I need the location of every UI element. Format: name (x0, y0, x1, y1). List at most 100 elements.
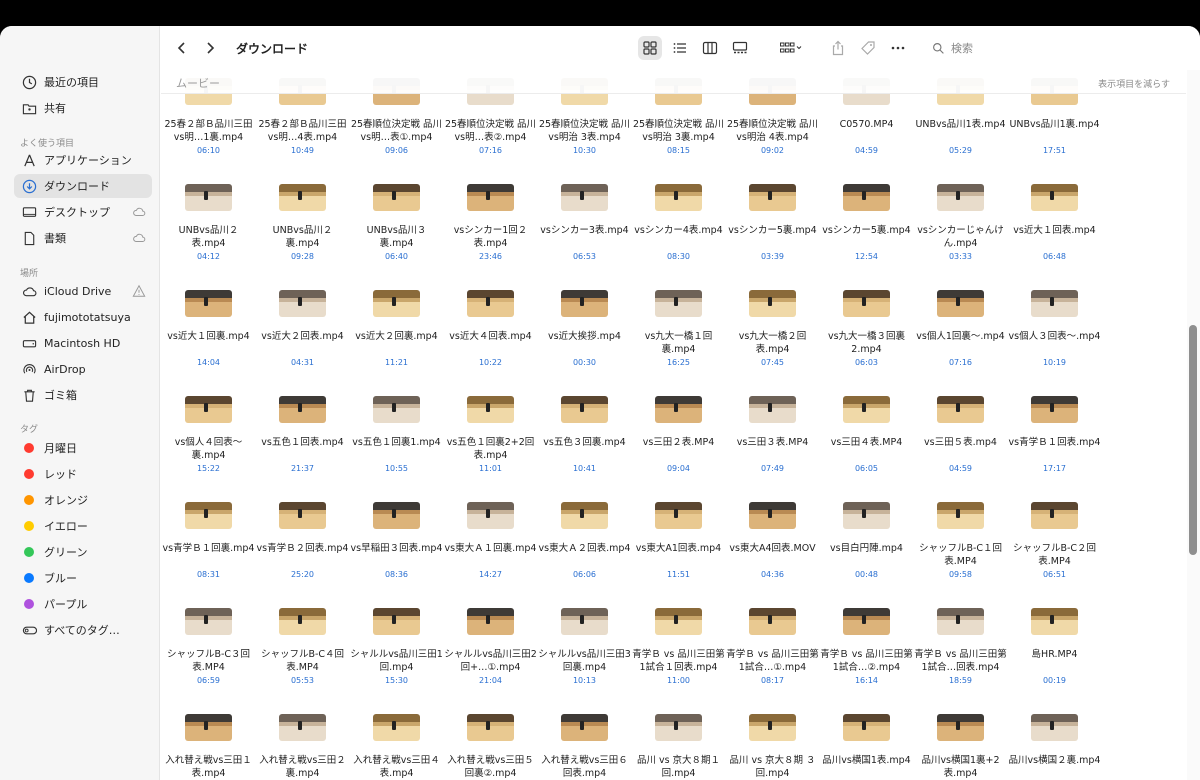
file-item[interactable]: vsシンカー5裏.mp4 03:39 (726, 112, 819, 261)
file-item[interactable]: vsシンカー4表.mp4 08:30 (632, 112, 725, 261)
file-item[interactable]: 青学Ｂ vs 品川三田第1試合…②.mp4 16:14 (820, 536, 913, 685)
file-item[interactable]: vs近大４回表.mp4 10:22 (444, 218, 537, 367)
scrollbar-knob[interactable] (1189, 325, 1197, 555)
file-item[interactable]: vsシンカーじゃんけん.mp4 03:33 (914, 112, 1007, 261)
sidebar-item-downloads[interactable]: ダウンロード (14, 174, 152, 198)
file-item[interactable]: vs九大一橋３回裏2.mp4 06:03 (820, 218, 913, 367)
file-item[interactable]: vsシンカー3表.mp4 06:53 (538, 112, 631, 261)
sidebar-item-all-tags[interactable]: すべてのタグ… (14, 618, 152, 642)
column-view-button[interactable] (698, 36, 722, 60)
sidebar-item-desktop[interactable]: デスクトップ (14, 200, 152, 224)
sidebar-item-icloud-drive[interactable]: iCloud Drive (14, 279, 152, 303)
sidebar-item-tag[interactable]: 月曜日 (14, 436, 152, 460)
file-item[interactable]: 青学Ｂ vs 品川三田第1試合…回表.mp4 18:59 (914, 536, 1007, 685)
file-item[interactable]: vs五色１回表.mp4 21:37 (256, 324, 349, 473)
search-field[interactable]: 検索 (932, 36, 1052, 60)
file-item[interactable]: シャルルvs品川三田1回.mp4 15:30 (350, 536, 443, 685)
scrollbar[interactable] (1187, 70, 1200, 780)
sidebar-item-recents[interactable]: 最近の項目 (14, 70, 152, 94)
video-thumbnail (749, 608, 796, 635)
file-item[interactable]: vs個人４回表〜裏.mp4 15:22 (162, 324, 255, 473)
file-item[interactable]: vs五色１回裏1.mp4 10:55 (350, 324, 443, 473)
file-item[interactable]: 品川vs横国1裏+2表.mp4 (914, 642, 1007, 779)
file-item[interactable]: vs個人1回裏〜.mp4 07:16 (914, 218, 1007, 367)
file-item[interactable]: 品川 vs 京大８期 ３回.mp4 (726, 642, 819, 779)
sidebar-item-documents[interactable]: 書類 (14, 226, 152, 250)
file-item[interactable]: vs個人３回表〜.mp4 10:19 (1008, 218, 1101, 367)
share-button[interactable] (826, 36, 850, 60)
file-item[interactable]: vs近大挨拶.mp4 00:30 (538, 218, 631, 367)
sidebar-item-trash[interactable]: ゴミ箱 (14, 383, 152, 407)
file-item[interactable]: vs青学Ｂ２回表.mp4 25:20 (256, 430, 349, 579)
file-item[interactable]: vs三田４表.MP4 06:05 (820, 324, 913, 473)
file-item[interactable]: 入れ替え戦vs三田２裏.mp4 (256, 642, 349, 779)
file-item[interactable]: vs三田２表.MP4 09:04 (632, 324, 725, 473)
file-item[interactable]: シャルルvs品川三田3回裏.mp4 10:13 (538, 536, 631, 685)
file-item[interactable]: 入れ替え戦vs三田４表.mp4 (350, 642, 443, 779)
file-item[interactable]: vs五色１回裏2+2回表.mp4 11:01 (444, 324, 537, 473)
file-item[interactable]: vs目白円陣.mp4 00:48 (820, 430, 913, 579)
file-item[interactable]: vs東大Ａ２回表.mp4 06:06 (538, 430, 631, 579)
file-item[interactable]: 島HR.MP4 00:19 (1008, 536, 1101, 685)
video-thumbnail (373, 714, 420, 741)
sidebar-item-shared[interactable]: 共有 (14, 96, 152, 120)
sidebar-item-home[interactable]: fujimototatsuya (14, 305, 152, 329)
file-item[interactable]: 品川vs横国２裏.mp4 (1008, 642, 1101, 766)
file-item[interactable]: vs東大A1回表.mp4 11:51 (632, 430, 725, 579)
group-button[interactable] (774, 36, 808, 60)
file-item[interactable]: vs九大一橋１回裏.mp4 16:25 (632, 218, 725, 367)
sidebar-item-tag[interactable]: イエロー (14, 514, 152, 538)
sidebar-item-tag[interactable]: グリーン (14, 540, 152, 564)
sidebar-item-airdrop[interactable]: AirDrop (14, 357, 152, 381)
sidebar-item-tag[interactable]: オレンジ (14, 488, 152, 512)
more-button[interactable] (886, 36, 910, 60)
file-item[interactable]: vs青学Ｂ１回表.mp4 17:17 (1008, 324, 1101, 473)
file-item[interactable]: vs三田５表.mp4 04:59 (914, 324, 1007, 473)
gallery-view-button[interactable] (728, 36, 752, 60)
tag-color-dot (24, 495, 34, 505)
file-item[interactable]: vs青学Ｂ１回裏.mp4 08:31 (162, 430, 255, 579)
file-item[interactable]: 青学Ｂ vs 品川三田第1試合…①.mp4 08:17 (726, 536, 819, 685)
file-item[interactable]: vs五色３回裏.mp4 10:41 (538, 324, 631, 473)
file-item[interactable]: 青学Ｂ vs 品川三田第1試合１回表.mp4 11:00 (632, 536, 725, 685)
sidebar-item-applications[interactable]: アプリケーション (14, 148, 152, 172)
file-item[interactable]: シャルルvs品川三田2回+…①.mp4 21:04 (444, 536, 537, 685)
file-item[interactable]: vs近大２回表.mp4 04:31 (256, 218, 349, 367)
tag-button[interactable] (856, 36, 880, 60)
file-item[interactable]: 入れ替え戦vs三田６回表.mp4 (538, 642, 631, 779)
sidebar-item-macintosh-hd[interactable]: Macintosh HD (14, 331, 152, 355)
back-button[interactable] (170, 36, 194, 60)
file-item[interactable]: vsシンカー1回２表.mp4 23:46 (444, 112, 537, 261)
file-item[interactable]: シャッフルB-C１回表.MP4 09:58 (914, 430, 1007, 579)
file-item[interactable]: UNBvs品川２裏.mp4 09:28 (256, 112, 349, 261)
file-item[interactable]: シャッフルB-C４回表.MP4 05:53 (256, 536, 349, 685)
sidebar-item-tag[interactable]: パープル (14, 592, 152, 616)
file-item[interactable]: vs近大１回表.mp4 06:48 (1008, 112, 1101, 261)
file-item[interactable]: vs近大２回裏.mp4 11:21 (350, 218, 443, 367)
file-item[interactable]: vs九大一橋２回表.mp4 07:45 (726, 218, 819, 367)
forward-button[interactable] (198, 36, 222, 60)
file-item[interactable]: vs三田３表.MP4 07:49 (726, 324, 819, 473)
file-item[interactable]: 品川 vs 京大８期１回.mp4 (632, 642, 725, 779)
file-item[interactable]: vsシンカー5裏.mp4 12:54 (820, 112, 913, 261)
sidebar-item-tag[interactable]: レッド (14, 462, 152, 486)
video-thumbnail (749, 502, 796, 529)
file-item[interactable]: UNBvs品川３裏.mp4 06:40 (350, 112, 443, 261)
file-item[interactable]: vs東大Ａ１回裏.mp4 14:27 (444, 430, 537, 579)
file-item[interactable]: 品川vs横国1表.mp4 (820, 642, 913, 766)
sidebar-item-tag[interactable]: ブルー (14, 566, 152, 590)
file-item[interactable]: シャッフルB-C３回表.MP4 06:59 (162, 536, 255, 685)
list-view-button[interactable] (668, 36, 692, 60)
clock-icon (20, 73, 38, 91)
show-less-button[interactable]: 表示項目を減らす (1098, 77, 1170, 90)
video-thumbnail (373, 184, 420, 211)
file-item[interactable]: vs東大A4回表.MOV 04:36 (726, 430, 819, 579)
video-thumbnail (467, 714, 514, 741)
file-item[interactable]: 入れ替え戦vs三田５回裏②.mp4 (444, 642, 537, 779)
file-item[interactable]: vs早稲田３回表.mp4 08:36 (350, 430, 443, 579)
icon-view-button[interactable] (638, 36, 662, 60)
file-item[interactable]: シャッフルB-C２回表.MP4 06:51 (1008, 430, 1101, 579)
file-item[interactable]: UNBvs品川２表.mp4 04:12 (162, 112, 255, 261)
file-item[interactable]: vs近大１回裏.mp4 14:04 (162, 218, 255, 367)
file-item[interactable]: 入れ替え戦vs三田１表.mp4 (162, 642, 255, 779)
